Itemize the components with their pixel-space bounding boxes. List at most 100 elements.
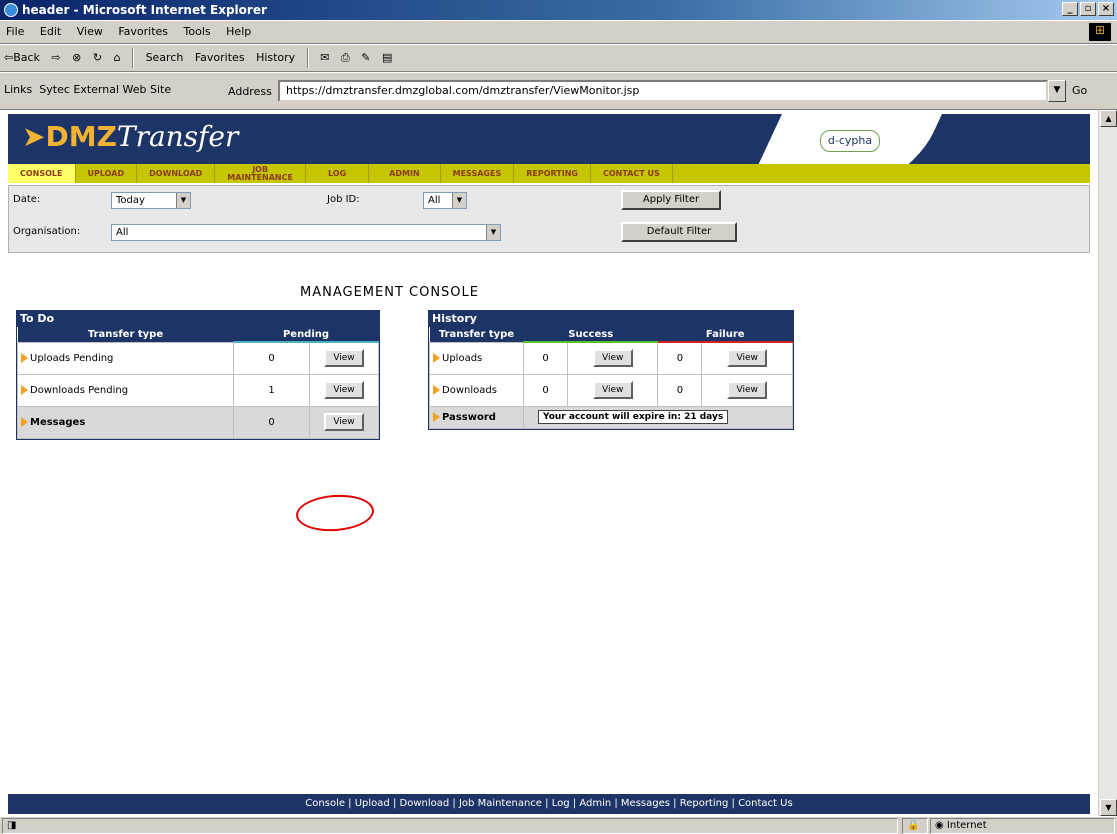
job-id-select[interactable]: All ▼: [423, 192, 467, 209]
view-uploads-pending-button[interactable]: View: [324, 349, 364, 368]
search-button[interactable]: Search: [142, 45, 188, 71]
history-button[interactable]: History: [252, 45, 299, 71]
view-downloads-pending-button[interactable]: View: [324, 381, 364, 399]
row-label: Messages: [30, 416, 86, 428]
tab-upload[interactable]: UPLOAD: [76, 164, 138, 183]
stop-button[interactable]: ⊗: [68, 45, 85, 71]
menu-tools[interactable]: Tools: [178, 21, 217, 43]
ie-icon: [4, 3, 18, 17]
scroll-down-icon[interactable]: ▼: [1100, 799, 1117, 816]
tab-job-maintenance-line2: MAINTENANCE: [227, 173, 293, 182]
footer-link-upload[interactable]: Upload: [355, 798, 390, 809]
tab-messages[interactable]: MESSAGES: [441, 164, 515, 183]
tab-job-maintenance[interactable]: JOB MAINTENANCE: [215, 164, 306, 183]
row-label: Downloads Pending: [30, 384, 129, 396]
back-button[interactable]: ⇦Back: [0, 45, 44, 71]
status-bar: ◨ 🔒 ◉ Internet: [0, 816, 1117, 834]
date-select[interactable]: Today ▼: [111, 192, 191, 209]
footer-link-job-maintenance[interactable]: Job Maintenance: [459, 798, 542, 809]
tab-log[interactable]: LOG: [306, 164, 370, 183]
organisation-select[interactable]: All ▼: [111, 224, 501, 241]
address-dropdown-icon[interactable]: ▼: [1048, 80, 1066, 102]
maximize-button[interactable]: ▫: [1080, 2, 1096, 16]
address-label: Address: [228, 85, 272, 98]
address-input[interactable]: https://dmztransfer.dmzglobal.com/dmztra…: [278, 80, 1048, 102]
page-done-icon: ◨: [7, 820, 17, 831]
row-label: Uploads: [442, 352, 483, 364]
tab-download[interactable]: DOWNLOAD: [137, 164, 216, 183]
tab-console[interactable]: CONSOLE: [8, 164, 76, 183]
forward-button[interactable]: ⇨: [47, 45, 64, 71]
view-uploads-failure-button[interactable]: View: [727, 349, 768, 368]
tab-admin[interactable]: ADMIN: [369, 164, 441, 183]
home-button[interactable]: ⌂: [110, 45, 125, 71]
edit-icon[interactable]: ✎: [357, 45, 374, 71]
bullet-arrow-icon: [21, 352, 28, 363]
mail-icon[interactable]: ✉: [316, 45, 333, 71]
todo-panel: To Do Transfer type Pending Uploads Pend…: [16, 310, 380, 440]
menu-help[interactable]: Help: [220, 21, 257, 43]
footer-link-reporting[interactable]: Reporting: [680, 798, 729, 809]
menu-favorites[interactable]: Favorites: [112, 21, 174, 43]
history-col-transfer-type: Transfer type: [429, 327, 524, 342]
link-sytec[interactable]: Sytec External Web Site: [39, 83, 171, 96]
tab-reporting[interactable]: REPORTING: [514, 164, 591, 183]
history-col-success: Success: [523, 327, 658, 343]
discuss-icon[interactable]: ▤: [378, 45, 396, 71]
menu-file[interactable]: File: [0, 21, 30, 43]
table-row: Uploads 0 View 0 View: [429, 341, 793, 375]
tab-contact-us[interactable]: CONTACT US: [591, 164, 673, 183]
table-row: Password Your account will expire in: 21…: [429, 405, 793, 429]
chevron-down-icon: ▼: [486, 225, 500, 240]
close-button[interactable]: ×: [1098, 2, 1114, 16]
go-button[interactable]: Go: [1072, 84, 1087, 97]
view-downloads-success-button[interactable]: View: [592, 381, 633, 399]
footer-link-download[interactable]: Download: [400, 798, 450, 809]
windows-logo-icon: ⊞: [1089, 23, 1111, 41]
view-messages-button[interactable]: View: [324, 413, 364, 431]
history-col-failure: Failure: [657, 327, 793, 343]
view-uploads-success-button[interactable]: View: [592, 349, 633, 368]
job-id-select-value: All: [428, 195, 441, 206]
toolbar-separator: [306, 48, 309, 68]
vertical-scrollbar[interactable]: ▲ ▼: [1098, 110, 1117, 816]
menu-view[interactable]: View: [71, 21, 109, 43]
downloads-success-count: 0: [523, 373, 568, 407]
main-nav: CONSOLE UPLOAD DOWNLOAD JOB MAINTENANCE …: [8, 164, 1090, 183]
job-id-label: Job ID:: [327, 194, 360, 205]
page-title: MANAGEMENT CONSOLE: [300, 285, 479, 300]
scroll-up-icon[interactable]: ▲: [1100, 110, 1117, 127]
uploads-pending-count: 0: [233, 341, 310, 375]
organisation-label: Organisation:: [13, 226, 81, 237]
favorites-button[interactable]: Favorites: [191, 45, 249, 71]
footer-link-log[interactable]: Log: [552, 798, 570, 809]
standard-toolbar: ⇦Back ⇨ ⊗ ↻ ⌂ Search Favorites History ✉…: [0, 44, 1117, 72]
row-label: Downloads: [442, 384, 497, 396]
window-title: header - Microsoft Internet Explorer: [22, 3, 267, 17]
apply-filter-button[interactable]: Apply Filter: [621, 190, 721, 210]
history-panel-header: History: [429, 311, 793, 327]
chevron-down-icon: ▼: [452, 193, 466, 208]
footer-link-admin[interactable]: Admin: [579, 798, 611, 809]
print-icon[interactable]: ⎙: [337, 45, 354, 71]
organisation-select-value: All: [116, 227, 129, 238]
uploads-failure-count: 0: [657, 341, 703, 375]
footer-link-console[interactable]: Console: [305, 798, 345, 809]
highlight-circle: [294, 492, 376, 534]
menu-edit[interactable]: Edit: [34, 21, 67, 43]
default-filter-button[interactable]: Default Filter: [621, 222, 737, 242]
downloads-pending-count: 1: [233, 373, 310, 407]
view-downloads-failure-button[interactable]: View: [727, 381, 768, 399]
security-zone: ◉ Internet: [930, 818, 1115, 834]
bullet-arrow-icon: [21, 416, 28, 427]
messages-count: 0: [233, 405, 310, 439]
footer-link-messages[interactable]: Messages: [621, 798, 670, 809]
links-label: Links: [4, 83, 33, 96]
downloads-failure-count: 0: [657, 373, 703, 407]
dcypha-logo: d-cypha: [820, 130, 880, 152]
zone-label: Internet: [946, 820, 987, 831]
refresh-button[interactable]: ↻: [89, 45, 106, 71]
minimize-button[interactable]: _: [1062, 2, 1078, 16]
row-label: Password: [442, 411, 496, 423]
footer-link-contact-us[interactable]: Contact Us: [738, 798, 793, 809]
